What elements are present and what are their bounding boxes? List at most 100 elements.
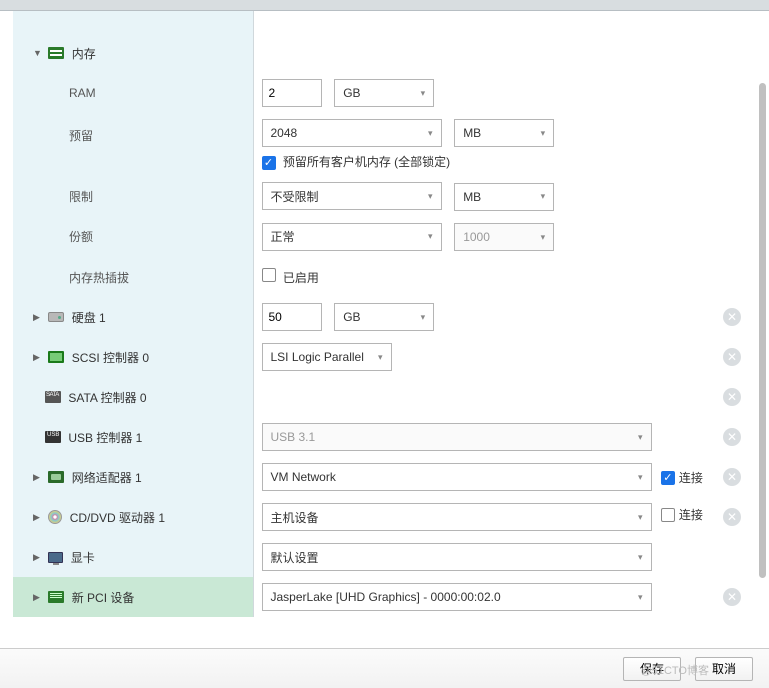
caret-down-icon: ▾ — [421, 312, 426, 323]
caret-down-icon: ▾ — [541, 191, 546, 202]
reserve-unit-select[interactable]: MB ▾ — [454, 119, 554, 147]
remove-scsi-button[interactable]: ✕ — [723, 348, 741, 366]
reserve-label: 预留 — [13, 113, 253, 176]
hotplug-label: 内存热插拔 — [13, 257, 253, 297]
reserve-all-checkbox[interactable]: ✓ — [262, 156, 276, 170]
shares-value: 正常 — [271, 228, 295, 245]
caret-down-icon: ▾ — [421, 88, 426, 99]
shares-num-select: 1000 ▾ — [454, 223, 554, 251]
sata-label: SATA 控制器 0 — [68, 391, 146, 405]
scsi-row[interactable]: ▶ SCSI 控制器 0 — [13, 337, 253, 377]
network-label: 网络适配器 1 — [72, 471, 142, 485]
cddvd-label: CD/DVD 驱动器 1 — [70, 511, 165, 525]
remove-sata-button[interactable]: ✕ — [723, 388, 741, 406]
hdd-unit-select[interactable]: GB ▾ — [334, 303, 434, 331]
caret-down-icon: ▾ — [541, 128, 546, 139]
limit-unit-value: MB — [463, 190, 481, 204]
chevron-right-icon: ▶ — [33, 592, 43, 603]
caret-down-icon: ▾ — [638, 552, 643, 563]
display-select[interactable]: 默认设置 ▾ — [262, 543, 652, 571]
scsi-controller-icon — [48, 351, 64, 363]
reserve-value: 2048 — [271, 126, 298, 140]
cddvd-row[interactable]: ▶ CD/DVD 驱动器 1 — [13, 497, 253, 537]
chevron-right-icon: ▶ — [33, 352, 43, 363]
caret-down-icon: ▾ — [541, 232, 546, 243]
shares-num-value: 1000 — [463, 230, 490, 244]
hdd-row[interactable]: ▶ 硬盘 1 — [13, 297, 253, 337]
network-row[interactable]: ▶ 网络适配器 1 — [13, 457, 253, 497]
display-label: 显卡 — [71, 551, 95, 565]
chevron-right-icon: ▶ — [33, 472, 43, 483]
memory-header-label: 内存 — [72, 47, 96, 61]
remove-hdd-button[interactable]: ✕ — [723, 308, 741, 326]
remove-pci-button[interactable]: ✕ — [723, 588, 741, 606]
save-button[interactable]: 保存 — [623, 657, 681, 681]
shares-value-select[interactable]: 正常 ▾ — [262, 223, 442, 251]
display-row[interactable]: ▶ 显卡 — [13, 537, 253, 577]
cd-dvd-icon — [48, 510, 62, 524]
ram-input[interactable] — [262, 79, 322, 107]
caret-down-icon: ▾ — [428, 128, 433, 139]
network-adapter-icon — [48, 471, 64, 483]
limit-value-select[interactable]: 不受限制 ▾ — [262, 182, 442, 210]
chevron-down-icon: ▼ — [33, 48, 43, 58]
cddvd-connect-checkbox[interactable] — [661, 508, 675, 522]
limit-label: 限制 — [13, 176, 253, 217]
pci-select[interactable]: JasperLake [UHD Graphics] - 0000:00:02.0… — [262, 583, 652, 611]
network-connect-checkbox[interactable]: ✓ — [661, 471, 675, 485]
usb-type-value: USB 3.1 — [271, 430, 316, 444]
cddvd-connect-label: 连接 — [679, 506, 703, 523]
hotplug-checkbox[interactable] — [262, 268, 276, 282]
memory-header-cell[interactable]: ▼ 内存 — [13, 33, 253, 73]
window-titlebar — [0, 0, 769, 11]
cddvd-value: 主机设备 — [271, 509, 319, 526]
memory-icon — [48, 47, 64, 59]
form-area: ▼ 内存 RAM GB ▾ 预 — [0, 11, 769, 648]
caret-down-icon: ▾ — [428, 231, 433, 242]
remove-cddvd-button[interactable]: ✕ — [723, 508, 741, 526]
reserve-unit-value: MB — [463, 126, 481, 140]
caret-down-icon: ▾ — [378, 352, 383, 363]
hdd-label: 硬盘 1 — [72, 311, 106, 325]
limit-unit-select[interactable]: MB ▾ — [454, 183, 554, 211]
cancel-button[interactable]: 取消 — [695, 657, 753, 681]
caret-down-icon: ▾ — [638, 592, 643, 603]
hdd-unit-value: GB — [343, 310, 360, 324]
remove-usb-button[interactable]: ✕ — [723, 428, 741, 446]
network-value: VM Network — [271, 470, 336, 484]
shares-label: 份额 — [13, 217, 253, 258]
usb-row[interactable]: USB 控制器 1 — [13, 417, 253, 457]
scsi-label: SCSI 控制器 0 — [72, 351, 149, 365]
display-value: 默认设置 — [271, 549, 319, 566]
pci-row[interactable]: ▶ 新 PCI 设备 — [13, 577, 253, 617]
sata-row[interactable]: SATA 控制器 0 — [13, 377, 253, 417]
cddvd-select[interactable]: 主机设备 ▾ — [262, 503, 652, 531]
hdd-size-input[interactable] — [262, 303, 322, 331]
usb-type-select[interactable]: USB 3.1 ▾ — [262, 423, 652, 451]
usb-label: USB 控制器 1 — [68, 431, 142, 445]
hard-disk-icon — [48, 312, 64, 322]
scsi-type-value: LSI Logic Parallel — [271, 350, 364, 364]
caret-down-icon: ▾ — [638, 512, 643, 523]
ram-unit-value: GB — [343, 86, 360, 100]
scsi-type-select[interactable]: LSI Logic Parallel ▾ — [262, 343, 392, 371]
ram-unit-select[interactable]: GB ▾ — [334, 79, 434, 107]
limit-value: 不受限制 — [271, 188, 319, 205]
vertical-scrollbar[interactable] — [759, 83, 766, 578]
reserve-value-select[interactable]: 2048 ▾ — [262, 119, 442, 147]
display-icon — [48, 552, 63, 563]
chevron-right-icon: ▶ — [33, 552, 43, 563]
caret-down-icon: ▾ — [428, 191, 433, 202]
usb-controller-icon — [45, 431, 61, 443]
hotplug-checkbox-label: 已启用 — [283, 271, 319, 285]
chevron-right-icon: ▶ — [33, 312, 43, 323]
remove-network-button[interactable]: ✕ — [723, 468, 741, 486]
reserve-all-label: 预留所有客户机内存 (全部锁定) — [283, 155, 450, 169]
ram-label: RAM — [13, 73, 253, 113]
network-select[interactable]: VM Network ▾ — [262, 463, 652, 491]
pci-label: 新 PCI 设备 — [72, 591, 135, 605]
pci-value: JasperLake [UHD Graphics] - 0000:00:02.0 — [271, 590, 501, 604]
pci-device-icon — [48, 591, 64, 603]
dialog-footer: 保存 取消 @51CTO博客 — [0, 648, 769, 688]
caret-down-icon: ▾ — [638, 432, 643, 443]
